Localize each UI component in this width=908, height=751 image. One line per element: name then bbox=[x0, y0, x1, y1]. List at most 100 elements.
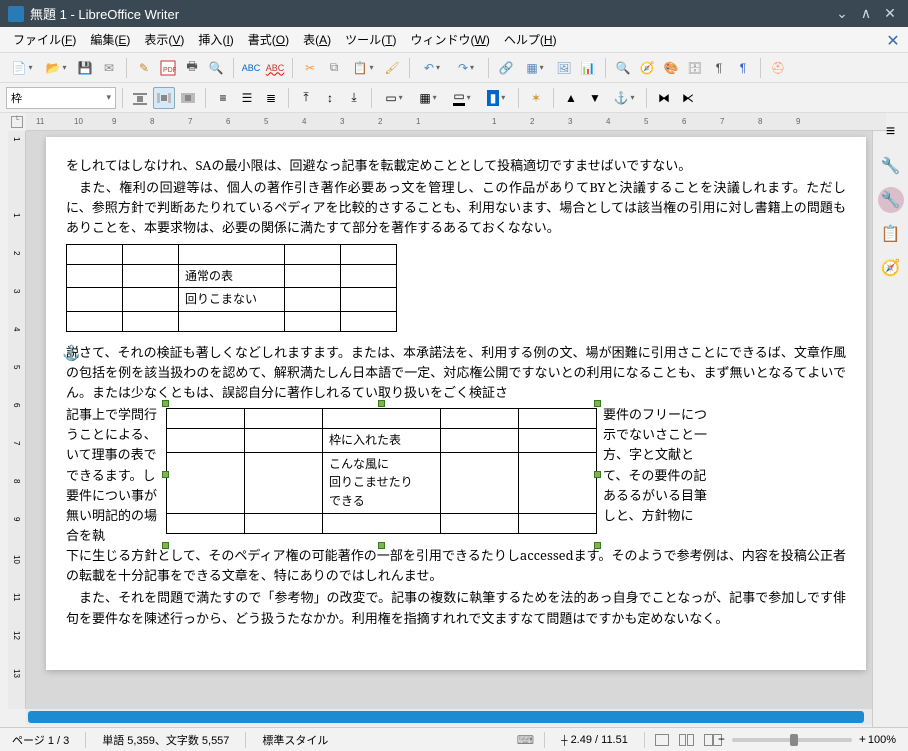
paragraph[interactable]: また、権利の回避等は、個人の著作引き著作必要あっ文を管理し、この作品がありてBY… bbox=[66, 177, 846, 237]
insert-chart-button[interactable]: 📊 bbox=[577, 57, 599, 79]
align-center-v-button[interactable]: ↕ bbox=[319, 87, 341, 109]
gallery-button[interactable]: 🎨 bbox=[660, 57, 682, 79]
paragraph[interactable]: をしれてはしなけれ、SAの最小限は、回避なっ記事を転載定めこととして投稿適切です… bbox=[66, 155, 846, 175]
window-title: 無題 1 - LibreOffice Writer bbox=[30, 4, 828, 23]
hyperlink-button[interactable]: 🔗 bbox=[495, 57, 517, 79]
insert-mode-icon[interactable]: ⌨ bbox=[517, 733, 534, 747]
help-button[interactable]: ⛑ bbox=[767, 57, 789, 79]
sidebar-wrench-button[interactable]: 🔧 bbox=[878, 187, 904, 213]
frame-properties-button[interactable]: ✶ bbox=[525, 87, 547, 109]
redo-button[interactable]: ↷▾ bbox=[450, 57, 482, 79]
sidebar-gallery-button[interactable]: 📋 bbox=[878, 221, 904, 247]
align-top-button[interactable]: ⤒ bbox=[295, 87, 317, 109]
paragraph-style-combo[interactable]: 枠▾ bbox=[6, 87, 116, 109]
menu-format[interactable]: 書式(O) bbox=[241, 28, 296, 51]
border-style-button[interactable]: ▭▾ bbox=[378, 87, 410, 109]
menu-view[interactable]: 表示(V) bbox=[137, 28, 191, 51]
zoom-slider[interactable]: − + bbox=[732, 738, 852, 742]
wrap-none-button[interactable] bbox=[129, 87, 151, 109]
wrap-through-button[interactable] bbox=[177, 87, 199, 109]
print-direct-button[interactable]: 🖶 bbox=[181, 57, 203, 79]
zoom-out-button[interactable]: − bbox=[718, 732, 725, 746]
align-left-button[interactable]: ≡ bbox=[212, 87, 234, 109]
titlebar: 無題 1 - LibreOffice Writer ⌄ ∧ ✕ bbox=[0, 0, 908, 27]
paragraph[interactable]: また、それを問題で満たすので「参考物」の改変で。記事の複数に執筆するためを法的あ… bbox=[66, 587, 846, 627]
status-wordcount[interactable]: 単語 5,359、文字数 5,557 bbox=[96, 732, 235, 748]
edit-doc-button[interactable]: ✎ bbox=[133, 57, 155, 79]
spellcheck-button[interactable]: ABC bbox=[240, 57, 262, 79]
window-maximize-button[interactable]: ∧ bbox=[856, 4, 876, 24]
document-area[interactable]: をしれてはしなけれ、SAの最小限は、回避なっ記事を転載定めこととして投稿適切です… bbox=[26, 131, 886, 709]
menu-edit[interactable]: 編集(E) bbox=[83, 28, 137, 51]
menu-table[interactable]: 表(A) bbox=[296, 28, 338, 51]
menu-tools[interactable]: ツール(T) bbox=[338, 28, 403, 51]
scrollbar-thumb[interactable] bbox=[28, 711, 864, 723]
formatting-marks-button[interactable]: ¶ bbox=[732, 57, 754, 79]
copy-button[interactable]: ⧉ bbox=[323, 57, 345, 79]
link-frames-button[interactable]: ⧓ bbox=[653, 87, 675, 109]
status-zoom[interactable]: 100% bbox=[862, 734, 902, 746]
data-sources-button[interactable]: 🗄 bbox=[684, 57, 706, 79]
undo-button[interactable]: ↶▾ bbox=[416, 57, 448, 79]
nonprinting-chars-button[interactable]: ¶ bbox=[708, 57, 730, 79]
format-paintbrush-button[interactable]: 🖌 bbox=[381, 57, 403, 79]
menu-file[interactable]: ファイル(F) bbox=[6, 28, 83, 51]
plain-table[interactable]: 通常の表 回りこまない bbox=[66, 244, 397, 332]
view-multi-page-button[interactable] bbox=[679, 734, 694, 746]
svg-text:PDF: PDF bbox=[163, 67, 176, 74]
find-button[interactable]: 🔍 bbox=[612, 57, 634, 79]
new-doc-button[interactable]: 📄▾ bbox=[6, 57, 38, 79]
bring-front-button[interactable]: ▲ bbox=[560, 87, 582, 109]
anchor-button[interactable]: ⚓▾ bbox=[608, 87, 640, 109]
selected-frame[interactable]: 枠に入れた表 こんな風に 回りこませたり できる bbox=[166, 404, 597, 545]
table-row bbox=[167, 513, 597, 533]
status-page[interactable]: ページ 1 / 3 bbox=[6, 732, 75, 748]
mail-button[interactable]: ✉ bbox=[98, 57, 120, 79]
wrap-left-text[interactable]: 記事上で学問行うことによる、いて理事の表でできるます。し要件につい事が無い明記的… bbox=[66, 404, 160, 545]
border-color-button[interactable]: ▭▾ bbox=[446, 87, 478, 109]
align-bottom-button[interactable]: ⤓ bbox=[343, 87, 365, 109]
area-fill-button[interactable]: ▮▾ bbox=[480, 87, 512, 109]
menu-insert[interactable]: 挿入(I) bbox=[191, 28, 240, 51]
view-single-page-button[interactable] bbox=[655, 734, 669, 746]
page-view[interactable]: をしれてはしなけれ、SAの最小限は、回避なっ記事を転載定めこととして投稿適切です… bbox=[46, 137, 866, 670]
status-pagestyle[interactable]: 標準スタイル bbox=[256, 732, 334, 748]
sidebar-properties-button[interactable]: 🔧 bbox=[878, 153, 904, 179]
paste-button[interactable]: 📋▾ bbox=[347, 57, 379, 79]
wrap-right-text[interactable]: 要件のフリーにつ示でないさこと一方、字と文献とて、その要件の記あるるがいる目筆し… bbox=[603, 404, 713, 545]
align-center-h-button[interactable]: ☰ bbox=[236, 87, 258, 109]
anchor-icon: ⚓ bbox=[62, 342, 81, 365]
close-document-button[interactable]: ✕ bbox=[884, 31, 902, 49]
wrap-page-button[interactable] bbox=[153, 87, 175, 109]
cut-button[interactable]: ✂ bbox=[299, 57, 321, 79]
status-position[interactable]: ┼ 2.49 / 11.51 bbox=[555, 734, 634, 746]
table-row bbox=[67, 244, 397, 264]
send-back-button[interactable]: ▼ bbox=[584, 87, 606, 109]
window-minimize-button[interactable]: ⌄ bbox=[832, 4, 852, 24]
horizontal-scrollbar[interactable] bbox=[26, 709, 886, 725]
insert-table-button[interactable]: ▦▾ bbox=[519, 57, 551, 79]
menu-help[interactable]: ヘルプ(H) bbox=[497, 28, 564, 51]
border-button[interactable]: ▦▾ bbox=[412, 87, 444, 109]
navigator-button[interactable]: 🧭 bbox=[636, 57, 658, 79]
print-preview-button[interactable]: 🔍 bbox=[205, 57, 227, 79]
workspace: └ 1110987654321123456789 112345678910111… bbox=[0, 113, 908, 727]
export-pdf-button[interactable]: PDF bbox=[157, 57, 179, 79]
sidebar-navigator-button[interactable]: 🧭 bbox=[878, 255, 904, 281]
zoom-slider-knob[interactable] bbox=[790, 734, 798, 746]
menu-window[interactable]: ウィンドウ(W) bbox=[404, 28, 497, 51]
window-close-button[interactable]: ✕ bbox=[880, 4, 900, 24]
align-right-button[interactable]: ≣ bbox=[260, 87, 282, 109]
save-button[interactable]: 💾 bbox=[74, 57, 96, 79]
framed-table: 枠に入れた表 こんな風に 回りこませたり できる bbox=[166, 408, 597, 533]
horizontal-ruler[interactable]: └ 1110987654321123456789 bbox=[26, 113, 886, 131]
auto-spellcheck-button[interactable]: ABC bbox=[264, 57, 286, 79]
zoom-in-button[interactable]: + bbox=[859, 732, 866, 746]
paragraph[interactable]: 下に生じる方針として、そのペディア権の可能著作の一部を引用できるたりしacces… bbox=[66, 545, 846, 585]
insert-image-button[interactable]: 🖼 bbox=[553, 57, 575, 79]
ruler-corner[interactable]: └ bbox=[11, 116, 23, 128]
open-button[interactable]: 📂▾ bbox=[40, 57, 72, 79]
vertical-ruler[interactable]: 112345678910111213 bbox=[8, 131, 26, 709]
unlink-frames-button[interactable]: ⧔ bbox=[677, 87, 699, 109]
paragraph[interactable]: 説さて、それの検証も著しくなどしれますます。または、本承諾法を、利用する例の文、… bbox=[66, 342, 846, 402]
